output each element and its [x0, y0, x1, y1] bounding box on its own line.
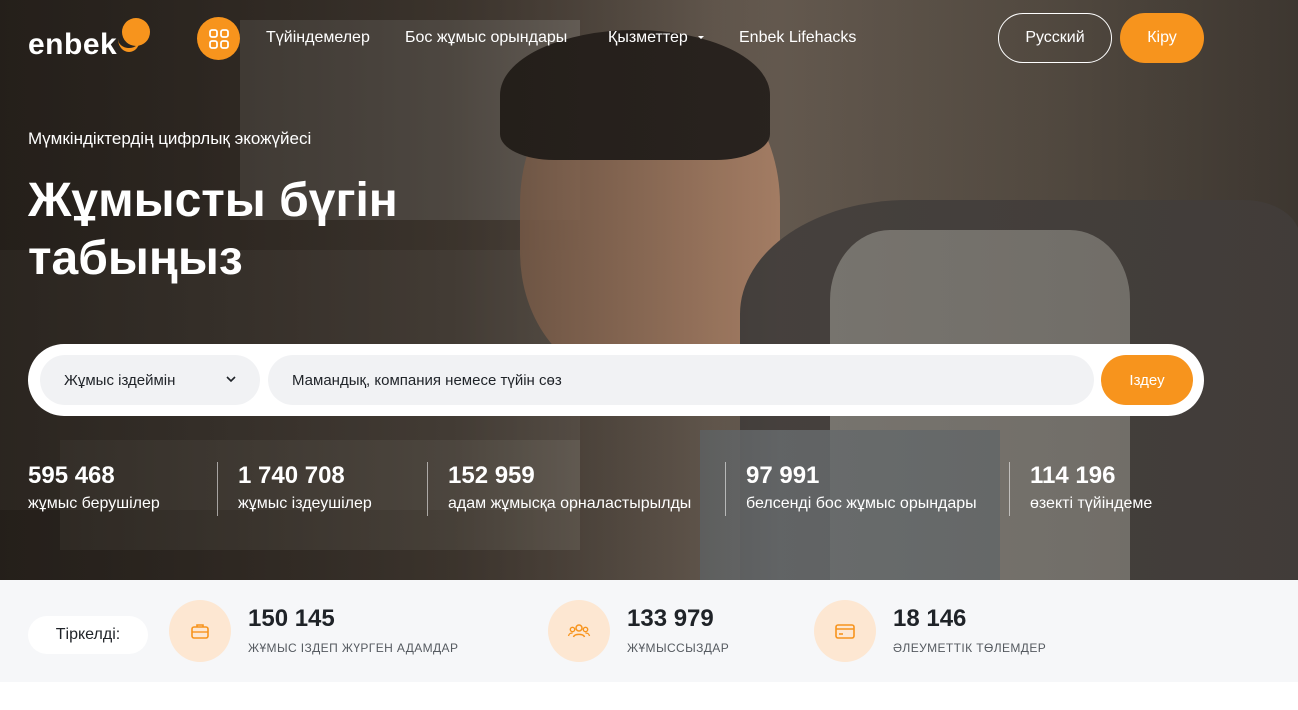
- stat-label: адам жұмысқа орналастырылды: [448, 495, 692, 512]
- users-icon: [567, 624, 591, 638]
- registered-item-label: ЖҰМЫС ІЗДЕП ЖҮРГЕН АДАМДАР: [248, 641, 459, 655]
- search-bar: Жұмыс іздеймін Іздеу: [28, 344, 1204, 416]
- nav-link-lifehacks[interactable]: Enbek Lifehacks: [739, 29, 856, 47]
- search-input[interactable]: [268, 355, 1094, 405]
- stat-divider: [725, 462, 726, 516]
- stat-value: 114 196: [1030, 462, 1116, 489]
- grid-icon: [208, 28, 229, 49]
- hero-section: enbek Түйіндемелер Бос жұмыс орындары Қы…: [0, 0, 1298, 580]
- card-icon: [835, 624, 855, 639]
- hero-headline: Жұмысты бүгін табыңыз: [28, 174, 398, 285]
- briefcase-icon: [191, 624, 209, 639]
- search-type-value: Жұмыс іздеймін: [64, 371, 176, 389]
- search-button[interactable]: Іздеу: [1101, 355, 1193, 405]
- stat-value: 152 959: [448, 462, 535, 489]
- stat-value: 1 740 708: [238, 462, 345, 489]
- registered-label: Тіркелді:: [28, 616, 148, 654]
- enbek-logo[interactable]: enbek: [28, 28, 117, 62]
- registered-value: 133 979: [627, 605, 714, 632]
- nav-link-vacancies[interactable]: Бос жұмыс орындары: [405, 29, 567, 47]
- stat-divider: [217, 462, 218, 516]
- top-navigation: enbek Түйіндемелер Бос жұмыс орындары Қы…: [0, 0, 1298, 78]
- stat-current-resumes: 114 196 өзекті түйіндеме: [1030, 462, 1152, 516]
- stat-label: белсенді бос жұмыс орындары: [746, 495, 977, 512]
- registered-item-label: ӘЛЕУМЕТТІК ТӨЛЕМДЕР: [893, 641, 1047, 655]
- stat-divider: [1009, 462, 1010, 516]
- apps-menu-button[interactable]: [197, 17, 240, 60]
- logo-mark: [118, 18, 150, 52]
- stat-label: өзекті түйіндеме: [1030, 495, 1153, 512]
- language-button[interactable]: Русский: [998, 13, 1112, 63]
- stat-divider: [427, 462, 428, 516]
- chevron-down-icon: [226, 376, 236, 383]
- caret-down-icon: [698, 35, 705, 39]
- stat-label: жұмыс іздеушілер: [238, 495, 372, 512]
- registered-item-label: ЖҰМЫССЫЗДАР: [627, 641, 730, 655]
- stat-employed: 152 959 адам жұмысқа орналастырылды: [448, 462, 691, 516]
- stat-active-vacancies: 97 991 белсенді бос жұмыс орындары: [746, 462, 977, 516]
- stat-value: 97 991: [746, 462, 820, 489]
- stat-label: жұмыс берушілер: [28, 495, 160, 512]
- nav-link-resumes[interactable]: Түйіндемелер: [266, 29, 370, 47]
- registered-value: 18 146: [893, 605, 967, 632]
- nav-link-services-label: Қызметтер: [608, 29, 688, 46]
- stat-value: 595 468: [28, 462, 115, 489]
- nav-link-services[interactable]: Қызметтер: [608, 29, 706, 47]
- registered-value: 150 145: [248, 605, 335, 632]
- search-type-select[interactable]: Жұмыс іздеймін: [40, 355, 260, 405]
- registered-icon-circle: [548, 600, 610, 662]
- stat-employers: 595 468 жұмыс берушілер: [28, 462, 160, 516]
- login-button[interactable]: Кіру: [1120, 13, 1204, 63]
- registered-icon-circle: [169, 600, 231, 662]
- stat-job-seekers: 1 740 708 жұмыс іздеушілер: [238, 462, 372, 516]
- registered-stats-bar: Тіркелді: 150 145 ЖҰМЫС ІЗДЕП ЖҮРГЕН АДА…: [0, 580, 1298, 682]
- registered-icon-circle: [814, 600, 876, 662]
- hero-subtitle: Мүмкіндіктердің цифрлық экожүйесі: [28, 129, 312, 148]
